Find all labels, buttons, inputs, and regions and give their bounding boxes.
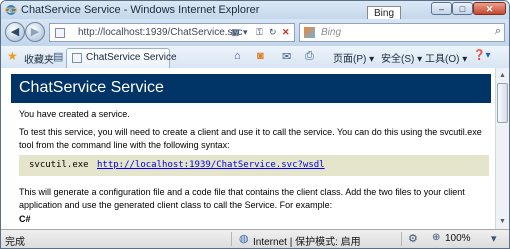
feeds-toolbar-icon[interactable]: ▤ bbox=[53, 50, 63, 63]
compatibility-icon[interactable]: ▦ bbox=[231, 27, 240, 38]
address-row: ◀ ▶ http://localhost:1939/ChatService.sv… bbox=[1, 19, 509, 46]
favorites-label: 收藏夹 bbox=[24, 55, 54, 66]
mail-icon[interactable]: ✉ bbox=[282, 50, 291, 63]
scroll-thumb[interactable] bbox=[497, 83, 508, 123]
page-title: ChatService Service bbox=[19, 79, 164, 96]
tools-menu[interactable]: 工具(O) ▾ bbox=[425, 50, 467, 65]
security-zone[interactable]: Internet | 保护模式: 启用 bbox=[253, 233, 361, 248]
instructions-line-1: To test this service, you will need to c… bbox=[19, 127, 482, 137]
stop-icon[interactable]: ✕ bbox=[282, 27, 290, 38]
page-icon bbox=[72, 53, 82, 63]
status-text: 完成 bbox=[5, 237, 25, 248]
description-line-2: application and use the generated client… bbox=[19, 200, 333, 210]
csharp-heading: C# bbox=[19, 214, 31, 224]
zoom-level[interactable]: 100% bbox=[445, 233, 471, 244]
lock-icon: ⚿ bbox=[256, 27, 263, 37]
internet-explorer-icon: e bbox=[5, 5, 17, 15]
page-content: ChatService Service You have created a s… bbox=[1, 68, 495, 229]
window-title: ChatService Service - Windows Internet E… bbox=[21, 4, 260, 16]
minimize-button[interactable]: – bbox=[431, 2, 452, 15]
ie-window: e ChatService Service - Windows Internet… bbox=[0, 0, 510, 249]
instructions-line-2: tool from the command line with the foll… bbox=[19, 140, 230, 150]
search-icon[interactable]: ⌕ bbox=[495, 25, 501, 38]
address-url[interactable]: http://localhost:1939/ChatService.svc bbox=[78, 27, 243, 38]
help-icon[interactable]: ❓▾ bbox=[473, 50, 490, 61]
command-code-box: svcutil.exe http://localhost:1939/ChatSe… bbox=[19, 155, 489, 176]
back-arrow-icon: ◀ bbox=[10, 26, 20, 38]
forward-arrow-icon: ▶ bbox=[30, 26, 40, 38]
star-icon: ★ bbox=[7, 49, 18, 63]
rss-icon[interactable]: ◙ bbox=[257, 50, 264, 62]
page-menu[interactable]: 页面(P) ▾ bbox=[333, 50, 374, 65]
address-bar[interactable]: http://localhost:1939/ChatService.svc ▦ … bbox=[49, 23, 295, 42]
intro-text: You have created a service. bbox=[19, 109, 130, 119]
description-line-1: This will generate a configuration file … bbox=[19, 187, 465, 197]
scroll-down-arrow-icon[interactable]: ▼ bbox=[497, 215, 508, 228]
title-bar: e ChatService Service - Windows Internet… bbox=[1, 1, 509, 21]
print-icon[interactable]: ⎙ bbox=[305, 50, 314, 63]
back-button[interactable]: ◀ bbox=[5, 22, 25, 42]
safety-menu[interactable]: 安全(S) ▾ bbox=[381, 50, 422, 65]
tab-chatservice[interactable]: ChatService Service bbox=[66, 48, 177, 68]
wsdl-link[interactable]: http://localhost:1939/ChatService.svc?ws… bbox=[97, 160, 325, 170]
search-box[interactable]: Bing ⌕ bbox=[299, 23, 505, 42]
close-button[interactable]: ✕ bbox=[473, 2, 506, 15]
status-divider bbox=[231, 232, 232, 246]
dropdown-icon[interactable]: ▾ bbox=[243, 27, 248, 38]
svcutil-command: svcutil.exe bbox=[29, 160, 89, 170]
globe-icon: ◍ bbox=[239, 233, 249, 245]
pop-up-blocker-icon[interactable]: ⚙ bbox=[408, 232, 418, 245]
vertical-scrollbar[interactable]: ▲ ▼ bbox=[495, 68, 509, 229]
refresh-icon[interactable]: ↻ bbox=[269, 27, 277, 38]
tab-bar: ★ 收藏夹 ▤ ChatService Service ⌂ ◙ ✉ ⎙ 页面(P… bbox=[1, 46, 509, 69]
bing-logo-icon bbox=[304, 27, 315, 38]
zoom-icon[interactable]: ⊕ bbox=[432, 232, 440, 243]
scroll-up-arrow-icon[interactable]: ▲ bbox=[497, 69, 508, 82]
home-icon[interactable]: ⌂ bbox=[234, 50, 241, 62]
forward-button[interactable]: ▶ bbox=[25, 22, 45, 42]
maximize-button[interactable]: □ bbox=[452, 2, 473, 15]
status-divider bbox=[401, 232, 402, 246]
tab-label: ChatService Service bbox=[86, 52, 177, 63]
search-input[interactable]: Bing bbox=[321, 27, 341, 38]
page-icon bbox=[55, 28, 65, 38]
svg-text:e: e bbox=[8, 6, 12, 15]
status-bar: 完成 ◍ Internet | 保护模式: 启用 ⚙ ⊕ 100% ▾ bbox=[1, 229, 509, 248]
page-heading-banner: ChatService Service bbox=[11, 74, 491, 103]
zoom-dropdown-icon[interactable]: ▾ bbox=[491, 232, 497, 245]
